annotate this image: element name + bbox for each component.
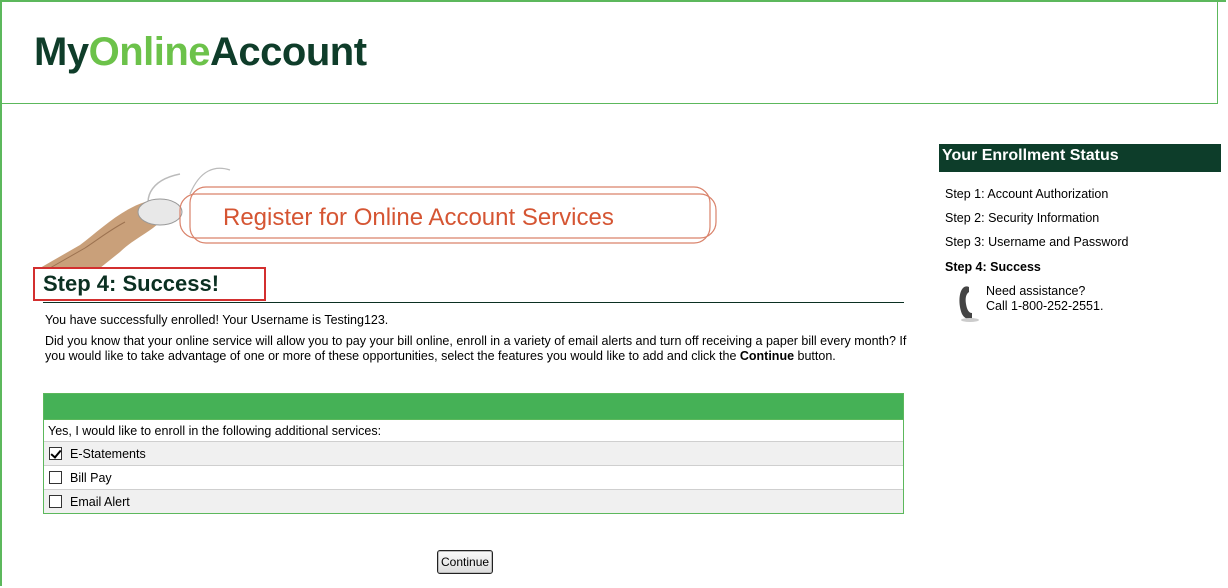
- service-label: Bill Pay: [70, 470, 112, 485]
- sidebar-step-3: Step 3: Username and Password: [945, 235, 1129, 249]
- assistance-phone: Call 1-800-252-2551.: [986, 299, 1104, 313]
- banner-title: Register for Online Account Services: [223, 204, 614, 231]
- header: MyOnlineAccount: [0, 0, 1218, 104]
- billpay-checkbox[interactable]: [49, 471, 62, 484]
- sidebar-step-1: Step 1: Account Authorization: [945, 187, 1109, 201]
- phone-icon: [959, 286, 979, 322]
- sidebar-step-4: Step 4: Success: [945, 260, 1041, 274]
- step-title: Step 4: Success!: [33, 267, 266, 301]
- services-table-header: [44, 394, 903, 419]
- success-message: You have successfully enrolled! Your Use…: [45, 313, 389, 327]
- service-row-estatements[interactable]: E-Statements: [44, 441, 903, 465]
- emailalert-checkbox[interactable]: [49, 495, 62, 508]
- info-message: Did you know that your online service wi…: [45, 334, 907, 363]
- enrollment-status-title: Your Enrollment Status: [939, 144, 1221, 172]
- service-label: Email Alert: [70, 494, 130, 509]
- register-banner: Register for Online Account Services: [40, 160, 720, 270]
- service-label: E-Statements: [70, 446, 146, 461]
- continue-button[interactable]: Continue: [437, 550, 494, 574]
- services-intro: Yes, I would like to enroll in the follo…: [44, 419, 903, 441]
- service-row-billpay[interactable]: Bill Pay: [44, 465, 903, 489]
- assistance-info: Need assistance? Call 1-800-252-2551.: [986, 284, 1104, 313]
- estatements-checkbox[interactable]: [49, 447, 62, 460]
- services-table: Yes, I would like to enroll in the follo…: [43, 393, 904, 514]
- service-row-emailalert[interactable]: Email Alert: [44, 489, 903, 513]
- sidebar-step-2: Step 2: Security Information: [945, 211, 1100, 225]
- divider: [43, 302, 904, 303]
- site-logo[interactable]: MyOnlineAccount: [34, 30, 367, 75]
